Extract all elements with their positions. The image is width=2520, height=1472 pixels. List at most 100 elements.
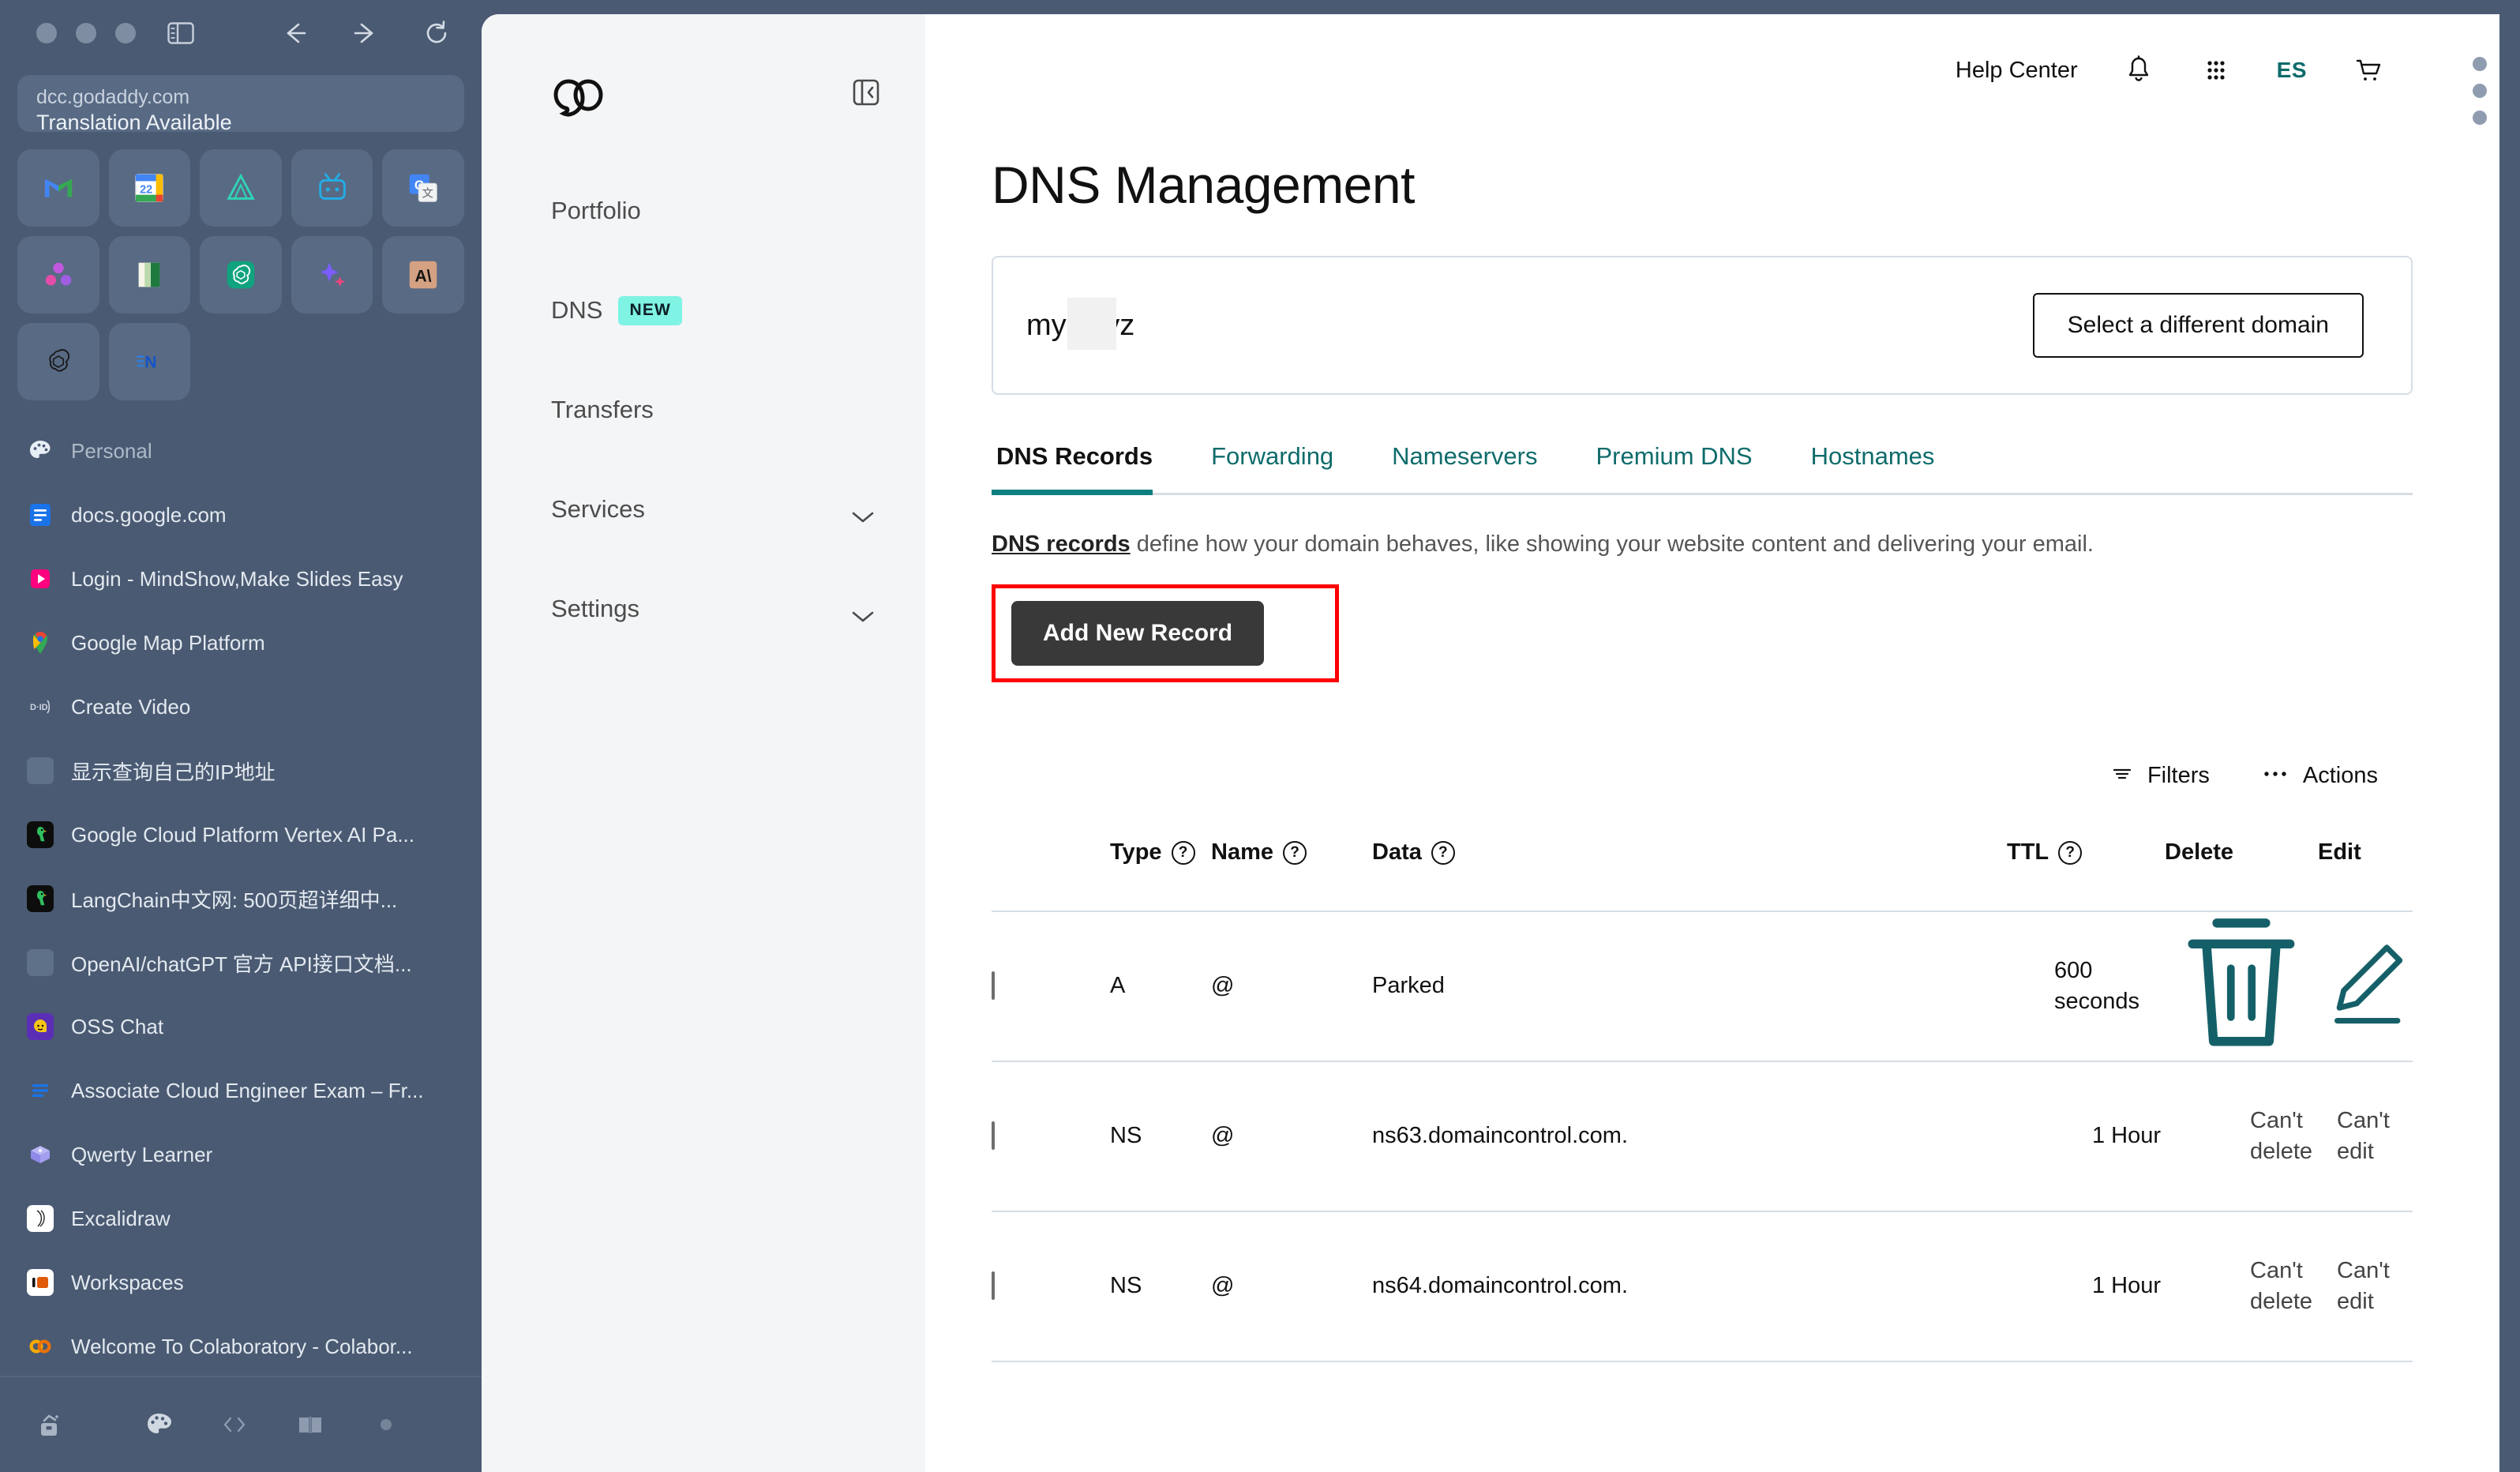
bookmark-item-ip-address[interactable]: 显示查询自己的IP地址 [17, 739, 464, 803]
pinned-tile-book[interactable] [108, 235, 191, 314]
help-center-link[interactable]: Help Center [1956, 58, 2078, 84]
bookmark-item-gcp-vertex-ai[interactable]: Google Cloud Platform Vertex AI Pa... [17, 803, 464, 867]
cell-data: ns63.domaincontrol.com. [1372, 1123, 1628, 1149]
address-bar[interactable]: dcc.godaddy.com Translation Available [17, 74, 464, 135]
palette-icon[interactable] [144, 1410, 174, 1440]
cell-type: NS [1110, 1273, 1142, 1299]
n-blue-icon: N [131, 344, 167, 380]
bookmark-item-google-map-platform[interactable]: Google Map Platform [17, 611, 464, 675]
bookmark-item-colaboratory[interactable]: Welcome To Colaboratory - Colabor... [17, 1315, 464, 1376]
row-checkbox-cell [992, 1271, 1110, 1301]
code-brackets-icon[interactable] [219, 1410, 249, 1440]
pinned-tile-openai[interactable] [17, 322, 99, 400]
bell-icon[interactable] [2122, 54, 2155, 87]
bookmark-label: Associate Cloud Engineer Exam – Fr... [71, 1078, 424, 1102]
pinned-tile-notion-ai[interactable]: N [108, 322, 191, 400]
bookmark-label: Create Video [71, 694, 191, 719]
bookmark-label: Login - MindShow,Make Slides Easy [71, 566, 403, 591]
bookmark-item-mindshow[interactable]: Login - MindShow,Make Slides Easy [17, 547, 464, 611]
godaddy-logo-icon[interactable] [551, 77, 613, 123]
tab-premium-dns[interactable]: Premium DNS [1592, 442, 1757, 493]
row-checkbox[interactable] [992, 971, 995, 1001]
bilibili-tv-icon [314, 170, 351, 206]
tab-forwarding[interactable]: Forwarding [1206, 442, 1338, 493]
help-icon[interactable]: ? [1171, 840, 1195, 865]
maximize-window-button[interactable] [115, 23, 136, 44]
select-different-domain-button[interactable]: Select a different domain [2032, 293, 2364, 358]
filters-button[interactable]: Filters [2109, 761, 2210, 790]
google-docs-icon [27, 501, 54, 528]
row-checkbox[interactable] [992, 1121, 995, 1151]
pinned-tiles-grid: 22 G文 [17, 148, 464, 400]
table-row[interactable]: A @ Parked 600 seconds [992, 912, 2413, 1062]
pinned-tile-asana[interactable] [17, 235, 99, 314]
panel-collapse-icon[interactable] [851, 77, 881, 107]
nav-item-portfolio[interactable]: Portfolio [551, 161, 881, 261]
nav-item-services[interactable]: Services [551, 460, 881, 559]
tab-dns-records[interactable]: DNS Records [992, 442, 1157, 493]
pinned-tile-vercel[interactable] [200, 148, 282, 227]
row-checkbox-cell [992, 1121, 1110, 1151]
book-icon[interactable] [295, 1410, 325, 1440]
row-checkbox[interactable] [992, 1271, 995, 1301]
bookmark-item-associate-cloud-engineer[interactable]: Associate Cloud Engineer Exam – Fr... [17, 1059, 464, 1123]
actions-button[interactable]: Actions [2260, 761, 2378, 790]
gmail-icon [40, 170, 77, 206]
reload-icon[interactable] [423, 20, 450, 47]
pinned-tile-anthropic[interactable]: A\ [382, 235, 464, 314]
table-row[interactable]: NS @ ns63.domaincontrol.com. 1 Hour Can'… [992, 1062, 2413, 1212]
pinned-tile-bilibili[interactable] [291, 148, 373, 227]
google-maps-pin-icon [27, 629, 54, 656]
bookmark-item-create-video[interactable]: D·ID Create Video [17, 675, 464, 739]
dns-management-main: Help Center ES DNS Management mys.xyz [925, 14, 2499, 1472]
help-icon[interactable]: ? [2058, 840, 2083, 865]
close-window-button[interactable] [36, 23, 57, 44]
bookmark-item-docs-google[interactable]: docs.google.com [17, 483, 464, 547]
arrow-right-icon[interactable] [352, 20, 379, 47]
pinned-tile-gmail[interactable] [17, 148, 99, 227]
trash-icon[interactable] [2165, 918, 2318, 1071]
arrow-left-icon[interactable] [281, 20, 308, 47]
nav-item-label: DNS [551, 296, 603, 324]
dns-records-description-rest: define how your domain behaves, like sho… [1130, 531, 2094, 557]
chevron-down-icon [851, 502, 875, 523]
nav-item-transfers[interactable]: Transfers [551, 360, 881, 460]
nav-item-settings[interactable]: Settings [551, 559, 881, 659]
tab-nameservers[interactable]: Nameservers [1387, 442, 1542, 493]
bookmark-item-oss-chat[interactable]: OSS Chat [17, 995, 464, 1059]
nav-item-dns[interactable]: DNS NEW [551, 261, 881, 360]
sparkle-icon [314, 257, 351, 293]
help-icon[interactable]: ? [1431, 840, 1455, 865]
tab-hostnames[interactable]: Hostnames [1806, 442, 1940, 493]
pinned-tile-google-calendar[interactable]: 22 [108, 148, 191, 227]
triangle-outline-icon [223, 170, 259, 206]
pinned-tile-chatgpt[interactable] [200, 235, 282, 314]
window-traffic-lights[interactable] [36, 23, 136, 44]
table-row[interactable]: NS @ ns64.domaincontrol.com. 1 Hour Can'… [992, 1212, 2413, 1362]
sidebar-toggle-icon[interactable] [167, 22, 194, 45]
cell-data: ns64.domaincontrol.com. [1372, 1273, 1628, 1299]
bookmark-label: 显示查询自己的IP地址 [71, 760, 276, 784]
bookmark-item-excalidraw[interactable]: Excalidraw [17, 1187, 464, 1251]
bookmark-folder-personal[interactable]: Personal [17, 419, 464, 483]
archive-box-icon[interactable] [35, 1410, 65, 1440]
window-overflow-menu[interactable] [2473, 57, 2487, 125]
bookmark-item-openai-api-docs[interactable]: OpenAI/chatGPT 官方 API接口文档... [17, 931, 464, 995]
bookmark-item-qwerty-learner[interactable]: Qwerty Learner [17, 1123, 464, 1187]
help-icon[interactable]: ? [1283, 840, 1307, 865]
apps-grid-icon[interactable] [2199, 54, 2233, 87]
shopping-cart-icon[interactable] [2351, 54, 2384, 87]
bookmark-item-workspaces[interactable]: Workspaces [17, 1251, 464, 1315]
translation-available-label[interactable]: Translation Available [36, 110, 445, 135]
pinned-tile-gemini[interactable] [291, 235, 373, 314]
pencil-icon[interactable] [2318, 944, 2413, 1039]
circle-dot-icon[interactable] [371, 1410, 401, 1440]
pinned-tile-google-translate[interactable]: G文 [382, 148, 464, 227]
bookmark-label: Google Cloud Platform Vertex AI Pa... [71, 822, 415, 847]
add-new-record-button[interactable]: Add New Record [1011, 601, 1265, 666]
language-selector[interactable]: ES [2277, 58, 2307, 83]
dns-records-link[interactable]: DNS records [992, 531, 1131, 557]
ellipsis-icon [2260, 761, 2290, 790]
minimize-window-button[interactable] [76, 23, 96, 44]
bookmark-item-langchain-cn[interactable]: LangChain中文网: 500页超详细中... [17, 867, 464, 931]
